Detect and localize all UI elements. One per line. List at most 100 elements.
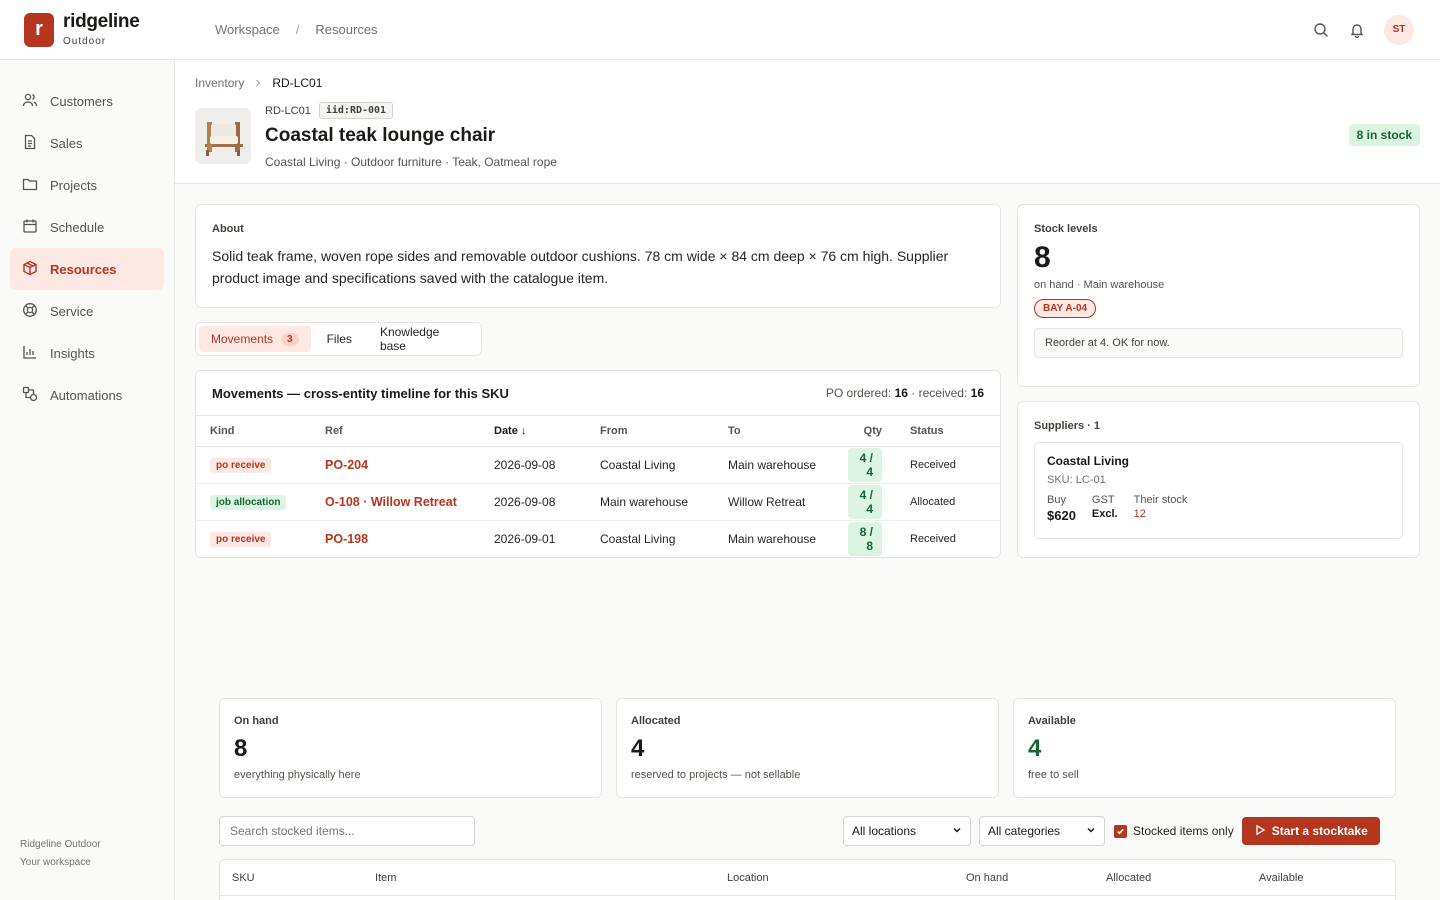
about-label: About <box>212 223 244 235</box>
box-icon <box>22 260 38 279</box>
crumb-separator: / <box>295 22 300 37</box>
brand[interactable]: r ridgeline Outdoor <box>0 12 175 47</box>
movements-card: Movements — cross-entity timeline for th… <box>195 370 1001 558</box>
from-cell: Coastal Living <box>600 531 676 546</box>
col-ref: Ref <box>311 416 480 447</box>
kpi-desc: reserved to projects — not sellable <box>631 769 801 781</box>
document-icon <box>22 134 38 153</box>
breadcrumb: Inventory RD-LC01 <box>195 76 322 90</box>
sidebar-item-sales[interactable]: Sales <box>10 122 164 164</box>
start-stocktake-button[interactable]: Start a stocktake <box>1241 817 1380 845</box>
col-kind: Kind <box>196 416 311 447</box>
avatar[interactable]: ST <box>1384 14 1414 45</box>
ref-link[interactable]: PO-198 <box>325 532 368 546</box>
table-row[interactable]: job allocation O-108 · Willow Retreat 20… <box>196 483 1000 521</box>
ref-link[interactable]: PO-204 <box>325 458 368 472</box>
brand-name: ridgeline <box>63 11 140 32</box>
tab-label: Movements <box>211 332 274 346</box>
bell-icon[interactable] <box>1348 21 1366 39</box>
product-thumbnail[interactable] <box>195 108 251 164</box>
tab-knowledge-base[interactable]: Knowledge base <box>368 325 478 353</box>
stocked-only-toggle[interactable]: Stocked items only <box>1114 824 1234 838</box>
kpi-desc: free to sell <box>1028 769 1079 781</box>
stocked-items-table: SKU Item Location On hand Allocated Avai… <box>219 859 1396 900</box>
sidebar-item-automations[interactable]: Automations <box>10 374 164 416</box>
kind-badge: po receive <box>210 457 272 473</box>
ordered-label: PO ordered: <box>825 386 892 400</box>
workspace-name: Ridgeline Outdoor <box>20 839 101 850</box>
reorder-note: Reorder at 4. OK for now. <box>1034 328 1403 358</box>
buy-value: $620 <box>1047 508 1076 523</box>
chevron-down-icon <box>952 824 962 838</box>
movements-table: Kind Ref Date ↓ From To Qty Status po re… <box>196 416 1000 557</box>
crumb-resources[interactable]: Resources <box>315 22 377 37</box>
suppliers-card: Suppliers · 1 Coastal Living SKU: LC-01 … <box>1017 401 1420 558</box>
category-select-value: All categories <box>988 824 1061 838</box>
lifebuoy-icon <box>22 302 38 321</box>
calendar-icon <box>22 218 38 237</box>
kind-badge: job allocation <box>210 494 287 510</box>
kpi-value: 4 <box>1028 735 1042 762</box>
item-sku: RD-LC01 <box>265 104 311 117</box>
tab-files[interactable]: Files <box>315 326 364 352</box>
kpi-label: Available <box>1028 715 1076 727</box>
stock-levels-value: 8 <box>1034 241 1051 274</box>
tab-movements[interactable]: Movements 3 <box>199 326 311 352</box>
bay-badge: BAY A-04 <box>1034 299 1097 318</box>
kpi-available: Available 4 free to sell <box>1013 698 1396 798</box>
sidebar-item-schedule[interactable]: Schedule <box>10 206 164 248</box>
search-icon[interactable] <box>1312 21 1330 39</box>
col-allocated: Allocated <box>1106 872 1152 884</box>
kpi-label: On hand <box>234 715 279 727</box>
sidebar-item-customers[interactable]: Customers <box>10 80 164 122</box>
date-cell: 2026-09-08 <box>480 483 586 521</box>
table-row[interactable]: po receive PO-204 2026-09-08 Coastal Liv… <box>196 446 1000 484</box>
ref-link[interactable]: O-108 · Willow Retreat <box>325 495 457 509</box>
status-cell: Allocated <box>896 483 1000 521</box>
item-iid-badge: iid:RD-001 <box>318 102 394 119</box>
page-title: Coastal teak lounge chair <box>265 125 496 146</box>
search-input[interactable] <box>219 816 475 846</box>
checkbox-checked[interactable] <box>1114 824 1127 838</box>
crumb-inventory[interactable]: Inventory <box>195 76 244 90</box>
col-from: From <box>586 416 714 447</box>
table-row[interactable]: po receive PO-198 2026-09-01 Coastal Liv… <box>196 520 1000 557</box>
date-cell: 2026-09-01 <box>494 531 556 546</box>
sidebar-item-label: Customers <box>50 93 113 109</box>
location-select[interactable]: All locations <box>843 816 971 846</box>
sidebar-item-insights[interactable]: Insights <box>10 332 164 374</box>
chevron-down-icon <box>1086 824 1096 838</box>
crumb-workspace[interactable]: Workspace <box>215 22 280 37</box>
top-breadcrumb: Workspace / Resources <box>215 22 378 37</box>
col-date[interactable]: Date ↓ <box>480 416 586 447</box>
sidebar-item-label: Resources <box>50 261 117 277</box>
kind-badge: po receive <box>210 531 272 547</box>
start-stocktake-label: Start a stocktake <box>1271 824 1368 838</box>
date-cell: 2026-09-08 <box>480 446 586 484</box>
sidebar-item-label: Projects <box>50 177 97 193</box>
gst-label: GST <box>1091 494 1115 506</box>
supplier-item[interactable]: Coastal Living SKU: LC-01 Buy $620 GST E… <box>1034 442 1403 539</box>
bar-chart-icon <box>22 344 38 363</box>
sidebar-item-service[interactable]: Service <box>10 290 164 332</box>
brand-sub: Outdoor <box>63 36 107 47</box>
col-to: To <box>714 416 834 447</box>
their-stock-label: Their stock <box>1133 494 1188 506</box>
sidebar-item-label: Insights <box>50 345 95 361</box>
sidebar-footer: Ridgeline Outdoor Your workspace <box>20 836 101 872</box>
tab-count-badge: 3 <box>281 332 299 346</box>
from-cell: Main warehouse <box>586 483 714 521</box>
sidebar-item-label: Sales <box>50 135 83 151</box>
tab-bar: Movements 3 Files Knowledge base <box>195 322 482 356</box>
top-bar: r ridgeline Outdoor Workspace / Resource… <box>0 0 1440 60</box>
status-cell: Received <box>896 446 1000 484</box>
category-select[interactable]: All categories <box>979 816 1105 846</box>
sidebar-item-projects[interactable]: Projects <box>10 164 164 206</box>
about-text: Solid teak frame, woven rope sides and r… <box>212 248 949 286</box>
kpi-value: 8 <box>234 735 248 762</box>
movements-summary: PO ordered: 16 · received: 16 <box>826 386 984 400</box>
buy-label: Buy <box>1047 494 1066 506</box>
kpi-desc: everything physically here <box>234 769 361 781</box>
users-icon <box>22 92 38 111</box>
sidebar-item-resources[interactable]: Resources <box>10 248 164 290</box>
